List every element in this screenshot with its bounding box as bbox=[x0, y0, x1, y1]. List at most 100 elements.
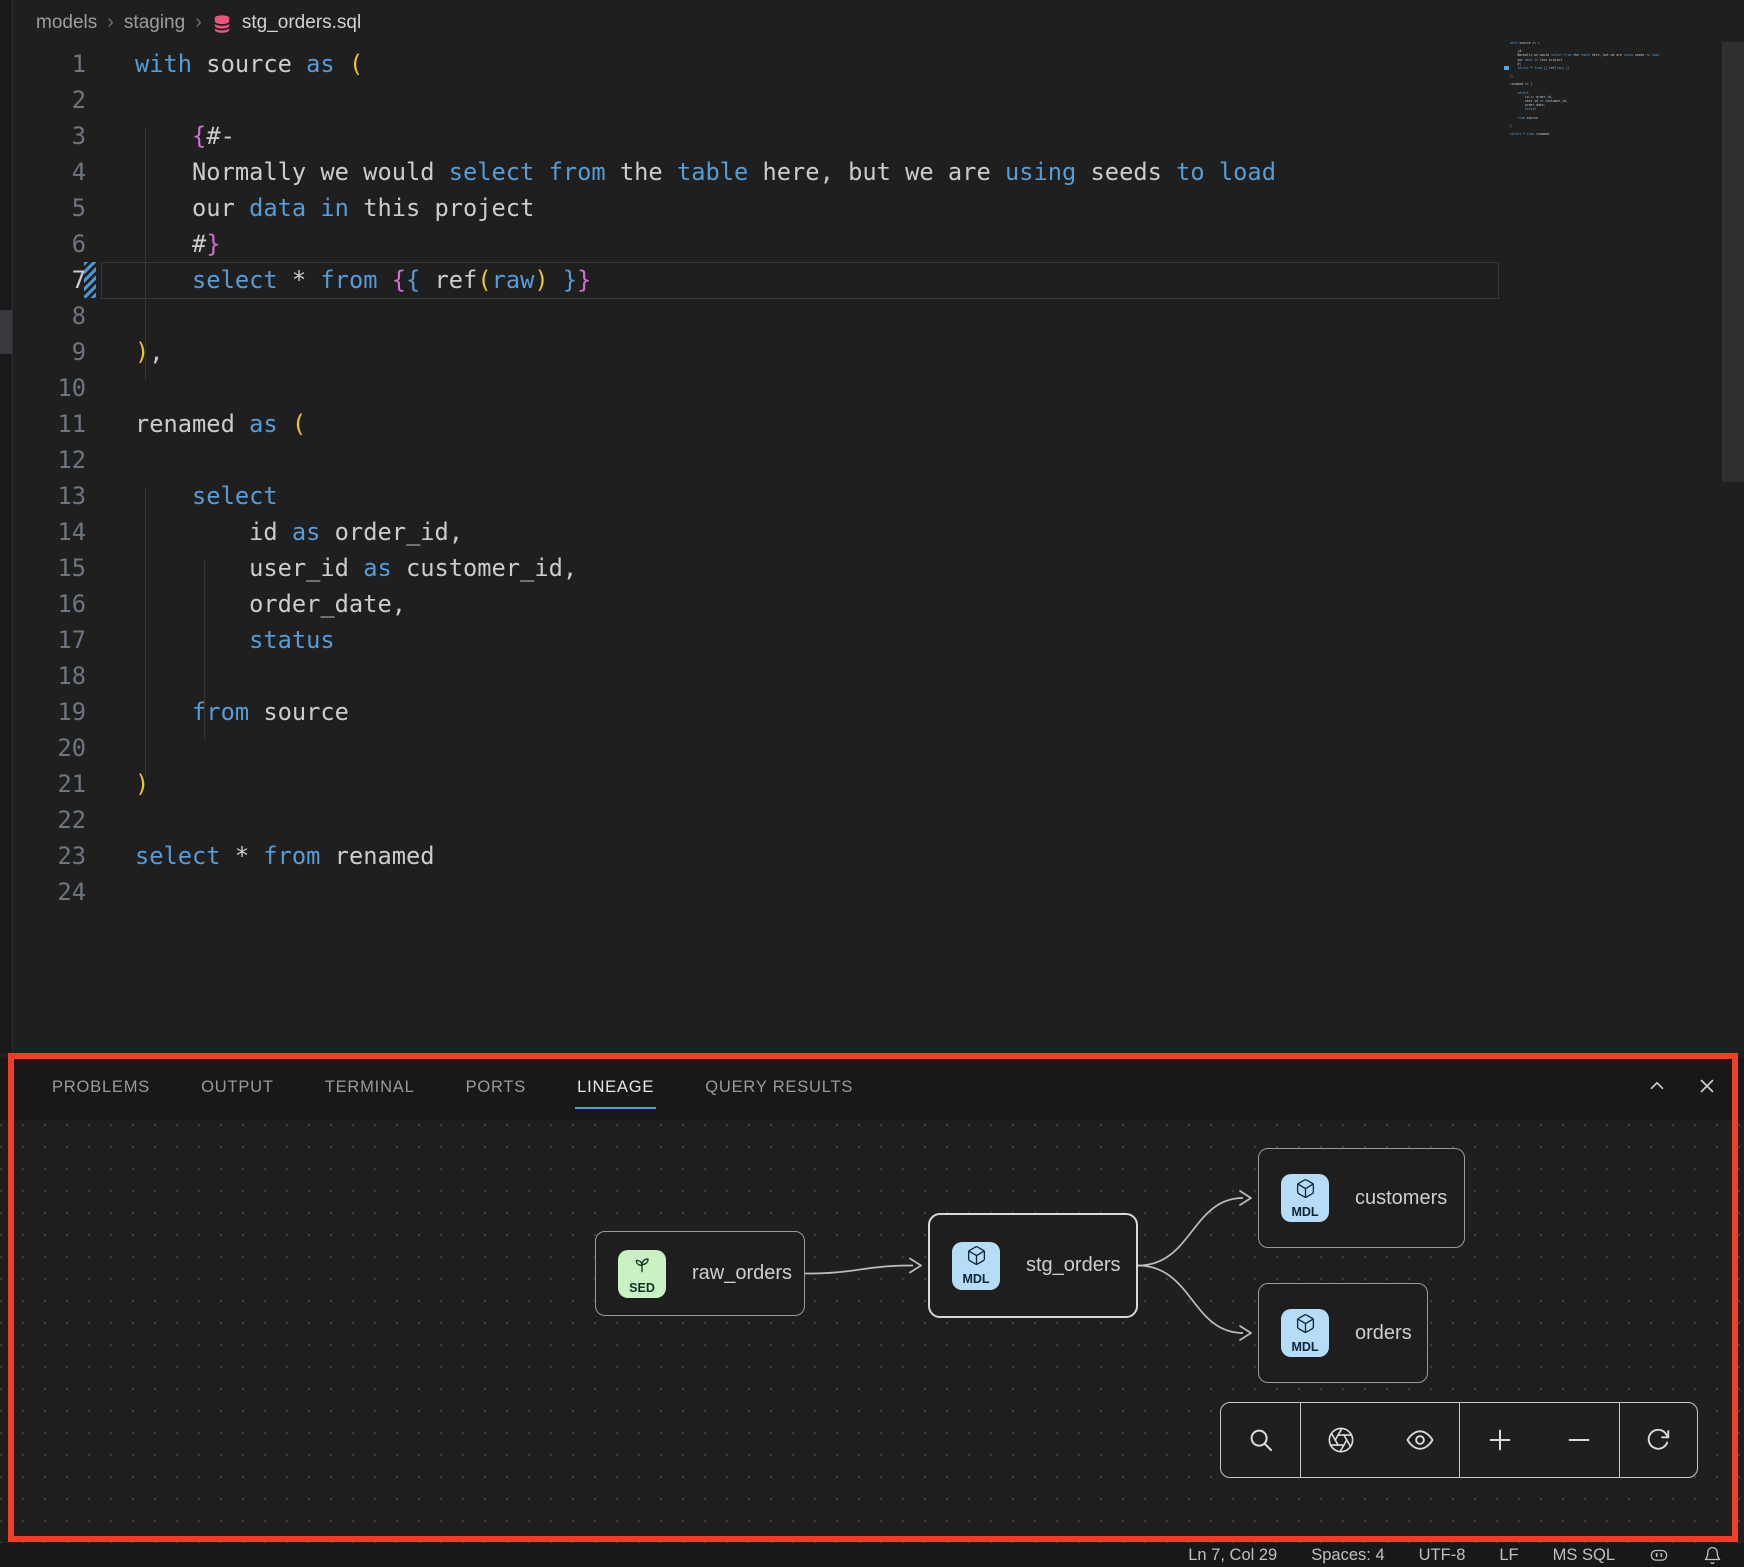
code-line[interactable]: our data in this project bbox=[135, 190, 1276, 226]
tab-terminal[interactable]: TERMINAL bbox=[323, 1070, 417, 1109]
line-number: 17 bbox=[13, 622, 86, 658]
code-line[interactable]: user_id as customer_id, bbox=[135, 550, 1276, 586]
node-badge: MDL bbox=[952, 1242, 1000, 1290]
line-number: 22 bbox=[13, 802, 86, 838]
lineage-node-raw_orders[interactable]: SED raw_orders bbox=[595, 1231, 805, 1316]
lineage-node-stg_orders[interactable]: MDLstg_orders bbox=[928, 1213, 1138, 1318]
code-line[interactable] bbox=[135, 874, 1276, 910]
code-line[interactable]: select * from renamed bbox=[135, 838, 1276, 874]
toolbar-group bbox=[1459, 1403, 1618, 1477]
tab-problems[interactable]: PROBLEMS bbox=[50, 1070, 152, 1109]
node-badge-label: MDL bbox=[1291, 1205, 1318, 1219]
node-label: orders bbox=[1355, 1322, 1412, 1345]
code-line[interactable]: id as order_id, bbox=[135, 514, 1276, 550]
minimap-line bbox=[1510, 136, 1694, 140]
eye-icon[interactable] bbox=[1405, 1425, 1435, 1455]
lineage-toolbar bbox=[1220, 1402, 1698, 1478]
line-number: 12 bbox=[13, 442, 86, 478]
breadcrumb-item-models[interactable]: models bbox=[36, 12, 97, 34]
node-label: customers bbox=[1355, 1187, 1447, 1210]
breadcrumb-item-staging[interactable]: staging bbox=[124, 12, 185, 34]
node-badge-label: MDL bbox=[962, 1272, 989, 1286]
line-number: 23 bbox=[13, 838, 86, 874]
minimap[interactable]: with source as ( {#- Normally we would s… bbox=[1510, 41, 1694, 140]
line-number: 1 bbox=[13, 46, 86, 82]
line-number: 7 bbox=[13, 262, 86, 298]
code-line[interactable] bbox=[135, 370, 1276, 406]
zoom-in-icon[interactable] bbox=[1485, 1425, 1515, 1455]
code-line[interactable] bbox=[135, 298, 1276, 334]
node-badge-label: MDL bbox=[1291, 1340, 1318, 1354]
line-number: 24 bbox=[13, 874, 86, 910]
code-line[interactable]: with source as ( bbox=[135, 46, 1276, 82]
status-encoding[interactable]: UTF-8 bbox=[1419, 1546, 1466, 1565]
lineage-node-customers[interactable]: MDL customers bbox=[1258, 1148, 1465, 1248]
code-line[interactable]: ) bbox=[135, 766, 1276, 802]
code-line[interactable]: order_date, bbox=[135, 586, 1276, 622]
panel-actions bbox=[1646, 1075, 1718, 1097]
code-line[interactable] bbox=[135, 730, 1276, 766]
refresh-icon[interactable] bbox=[1643, 1425, 1673, 1455]
status-indentation[interactable]: Spaces: 4 bbox=[1311, 1546, 1384, 1565]
search-icon[interactable] bbox=[1246, 1425, 1276, 1455]
tab-query-results[interactable]: QUERY RESULTS bbox=[703, 1070, 855, 1109]
line-number: 16 bbox=[13, 586, 86, 622]
close-icon[interactable] bbox=[1696, 1075, 1718, 1097]
tab-ports[interactable]: PORTS bbox=[464, 1070, 529, 1109]
status-language-mode[interactable]: MS SQL bbox=[1553, 1546, 1615, 1565]
indent-guide bbox=[145, 128, 146, 381]
code-line[interactable]: Normally we would select from the table … bbox=[135, 154, 1276, 190]
breadcrumb-item-file[interactable]: stg_orders.sql bbox=[242, 12, 361, 34]
code-line[interactable]: status bbox=[135, 622, 1276, 658]
code-line[interactable] bbox=[135, 82, 1276, 118]
indent-guide bbox=[145, 488, 146, 777]
code-line[interactable]: select * from {{ ref(raw) }} bbox=[135, 262, 1276, 298]
vertical-scrollbar[interactable] bbox=[1722, 42, 1744, 482]
minimap-change-marker bbox=[1504, 66, 1509, 70]
lineage-canvas[interactable]: SEDraw_ordersMDLstg_ordersMDLcustomersMD… bbox=[0, 1120, 1744, 1543]
line-number: 19 bbox=[13, 694, 86, 730]
line-number: 9 bbox=[13, 334, 86, 370]
code-line[interactable]: #} bbox=[135, 226, 1276, 262]
cube-icon bbox=[1295, 1178, 1316, 1204]
panel-tab-bar: PROBLEMS OUTPUT TERMINAL PORTS LINEAGE Q… bbox=[0, 1058, 1744, 1120]
line-number: 4 bbox=[13, 154, 86, 190]
code-line[interactable] bbox=[135, 802, 1276, 838]
lineage-node-orders[interactable]: MDL orders bbox=[1258, 1283, 1428, 1383]
vscode-window: models › staging › stg_orders.sql 123456… bbox=[0, 0, 1744, 1567]
tab-lineage[interactable]: LINEAGE bbox=[575, 1070, 656, 1109]
aperture-icon[interactable] bbox=[1326, 1425, 1356, 1455]
line-number: 6 bbox=[13, 226, 86, 262]
chevron-up-icon[interactable] bbox=[1646, 1075, 1668, 1097]
code-line[interactable] bbox=[135, 442, 1276, 478]
copilot-icon[interactable] bbox=[1649, 1545, 1669, 1565]
bottom-panel: PROBLEMS OUTPUT TERMINAL PORTS LINEAGE Q… bbox=[0, 1053, 1744, 1543]
code-line[interactable]: {#- bbox=[135, 118, 1276, 154]
bell-icon[interactable] bbox=[1703, 1546, 1722, 1565]
tab-output[interactable]: OUTPUT bbox=[199, 1070, 276, 1109]
code-line[interactable]: ), bbox=[135, 334, 1276, 370]
code-content[interactable]: with source as ( {#- Normally we would s… bbox=[135, 46, 1276, 910]
status-cursor-position[interactable]: Ln 7, Col 29 bbox=[1188, 1546, 1277, 1565]
node-label: raw_orders bbox=[692, 1262, 792, 1285]
code-line[interactable] bbox=[135, 658, 1276, 694]
code-line[interactable]: renamed as ( bbox=[135, 406, 1276, 442]
line-number: 21 bbox=[13, 766, 86, 802]
seedling-icon bbox=[631, 1253, 653, 1280]
line-number: 15 bbox=[13, 550, 86, 586]
line-number: 14 bbox=[13, 514, 86, 550]
node-badge: MDL bbox=[1281, 1174, 1329, 1222]
zoom-out-icon[interactable] bbox=[1564, 1425, 1594, 1455]
activity-strip-marker bbox=[0, 310, 12, 354]
code-line[interactable]: from source bbox=[135, 694, 1276, 730]
breadcrumb: models › staging › stg_orders.sql bbox=[36, 0, 361, 46]
cube-icon bbox=[966, 1245, 987, 1271]
node-badge: SED bbox=[618, 1250, 666, 1298]
activity-strip bbox=[0, 0, 13, 1053]
chevron-right-icon: › bbox=[107, 11, 114, 34]
database-icon bbox=[212, 14, 232, 35]
code-line[interactable]: select bbox=[135, 478, 1276, 514]
status-eol[interactable]: LF bbox=[1499, 1546, 1518, 1565]
line-number: 3 bbox=[13, 118, 86, 154]
line-number: 18 bbox=[13, 658, 86, 694]
